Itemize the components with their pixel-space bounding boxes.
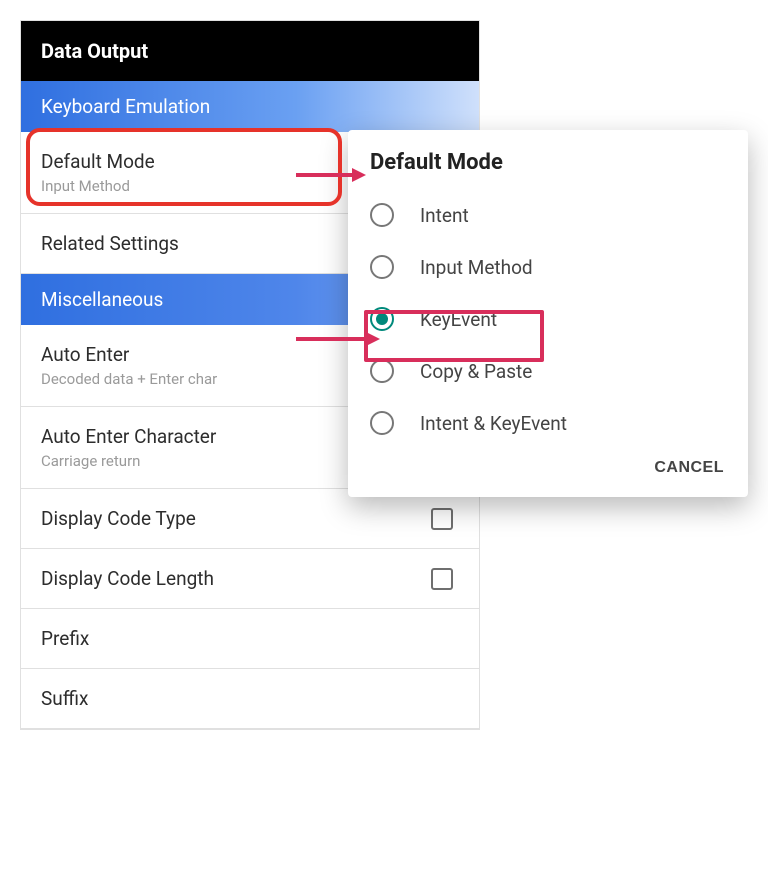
radio-icon: [370, 255, 394, 279]
option-label: Intent: [420, 204, 469, 227]
option-input-method[interactable]: Input Method: [348, 241, 748, 293]
row-title: Display Code Type: [41, 507, 421, 530]
dialog-actions: CANCEL: [348, 449, 748, 491]
radio-icon: [370, 203, 394, 227]
default-mode-dialog: Default Mode Intent Input Method KeyEven…: [348, 130, 748, 497]
page-title: Data Output: [21, 21, 479, 81]
row-text: Display Code Type: [41, 507, 421, 530]
row-suffix[interactable]: Suffix: [21, 669, 479, 729]
row-display-code-type[interactable]: Display Code Type: [21, 489, 479, 549]
row-title: Prefix: [41, 627, 459, 650]
row-title: Suffix: [41, 687, 459, 710]
option-keyevent[interactable]: KeyEvent: [348, 293, 748, 345]
option-label: Input Method: [420, 256, 533, 279]
option-label: KeyEvent: [420, 308, 497, 331]
row-title: Display Code Length: [41, 567, 421, 590]
row-text: Prefix: [41, 627, 459, 650]
option-copy-paste[interactable]: Copy & Paste: [348, 345, 748, 397]
radio-icon: [370, 307, 394, 331]
option-intent[interactable]: Intent: [348, 189, 748, 241]
radio-icon: [370, 411, 394, 435]
section-header-keyboard-emulation: Keyboard Emulation: [21, 81, 479, 132]
cancel-button[interactable]: CANCEL: [654, 459, 724, 477]
row-display-code-length[interactable]: Display Code Length: [21, 549, 479, 609]
row-prefix[interactable]: Prefix: [21, 609, 479, 669]
row-text: Suffix: [41, 687, 459, 710]
dialog-title: Default Mode: [348, 130, 748, 189]
option-label: Intent & KeyEvent: [420, 412, 567, 435]
row-text: Display Code Length: [41, 567, 421, 590]
option-label: Copy & Paste: [420, 360, 532, 383]
checkbox-display-code-type[interactable]: [431, 508, 453, 530]
option-intent-keyevent[interactable]: Intent & KeyEvent: [348, 397, 748, 449]
radio-icon: [370, 359, 394, 383]
checkbox-display-code-length[interactable]: [431, 568, 453, 590]
